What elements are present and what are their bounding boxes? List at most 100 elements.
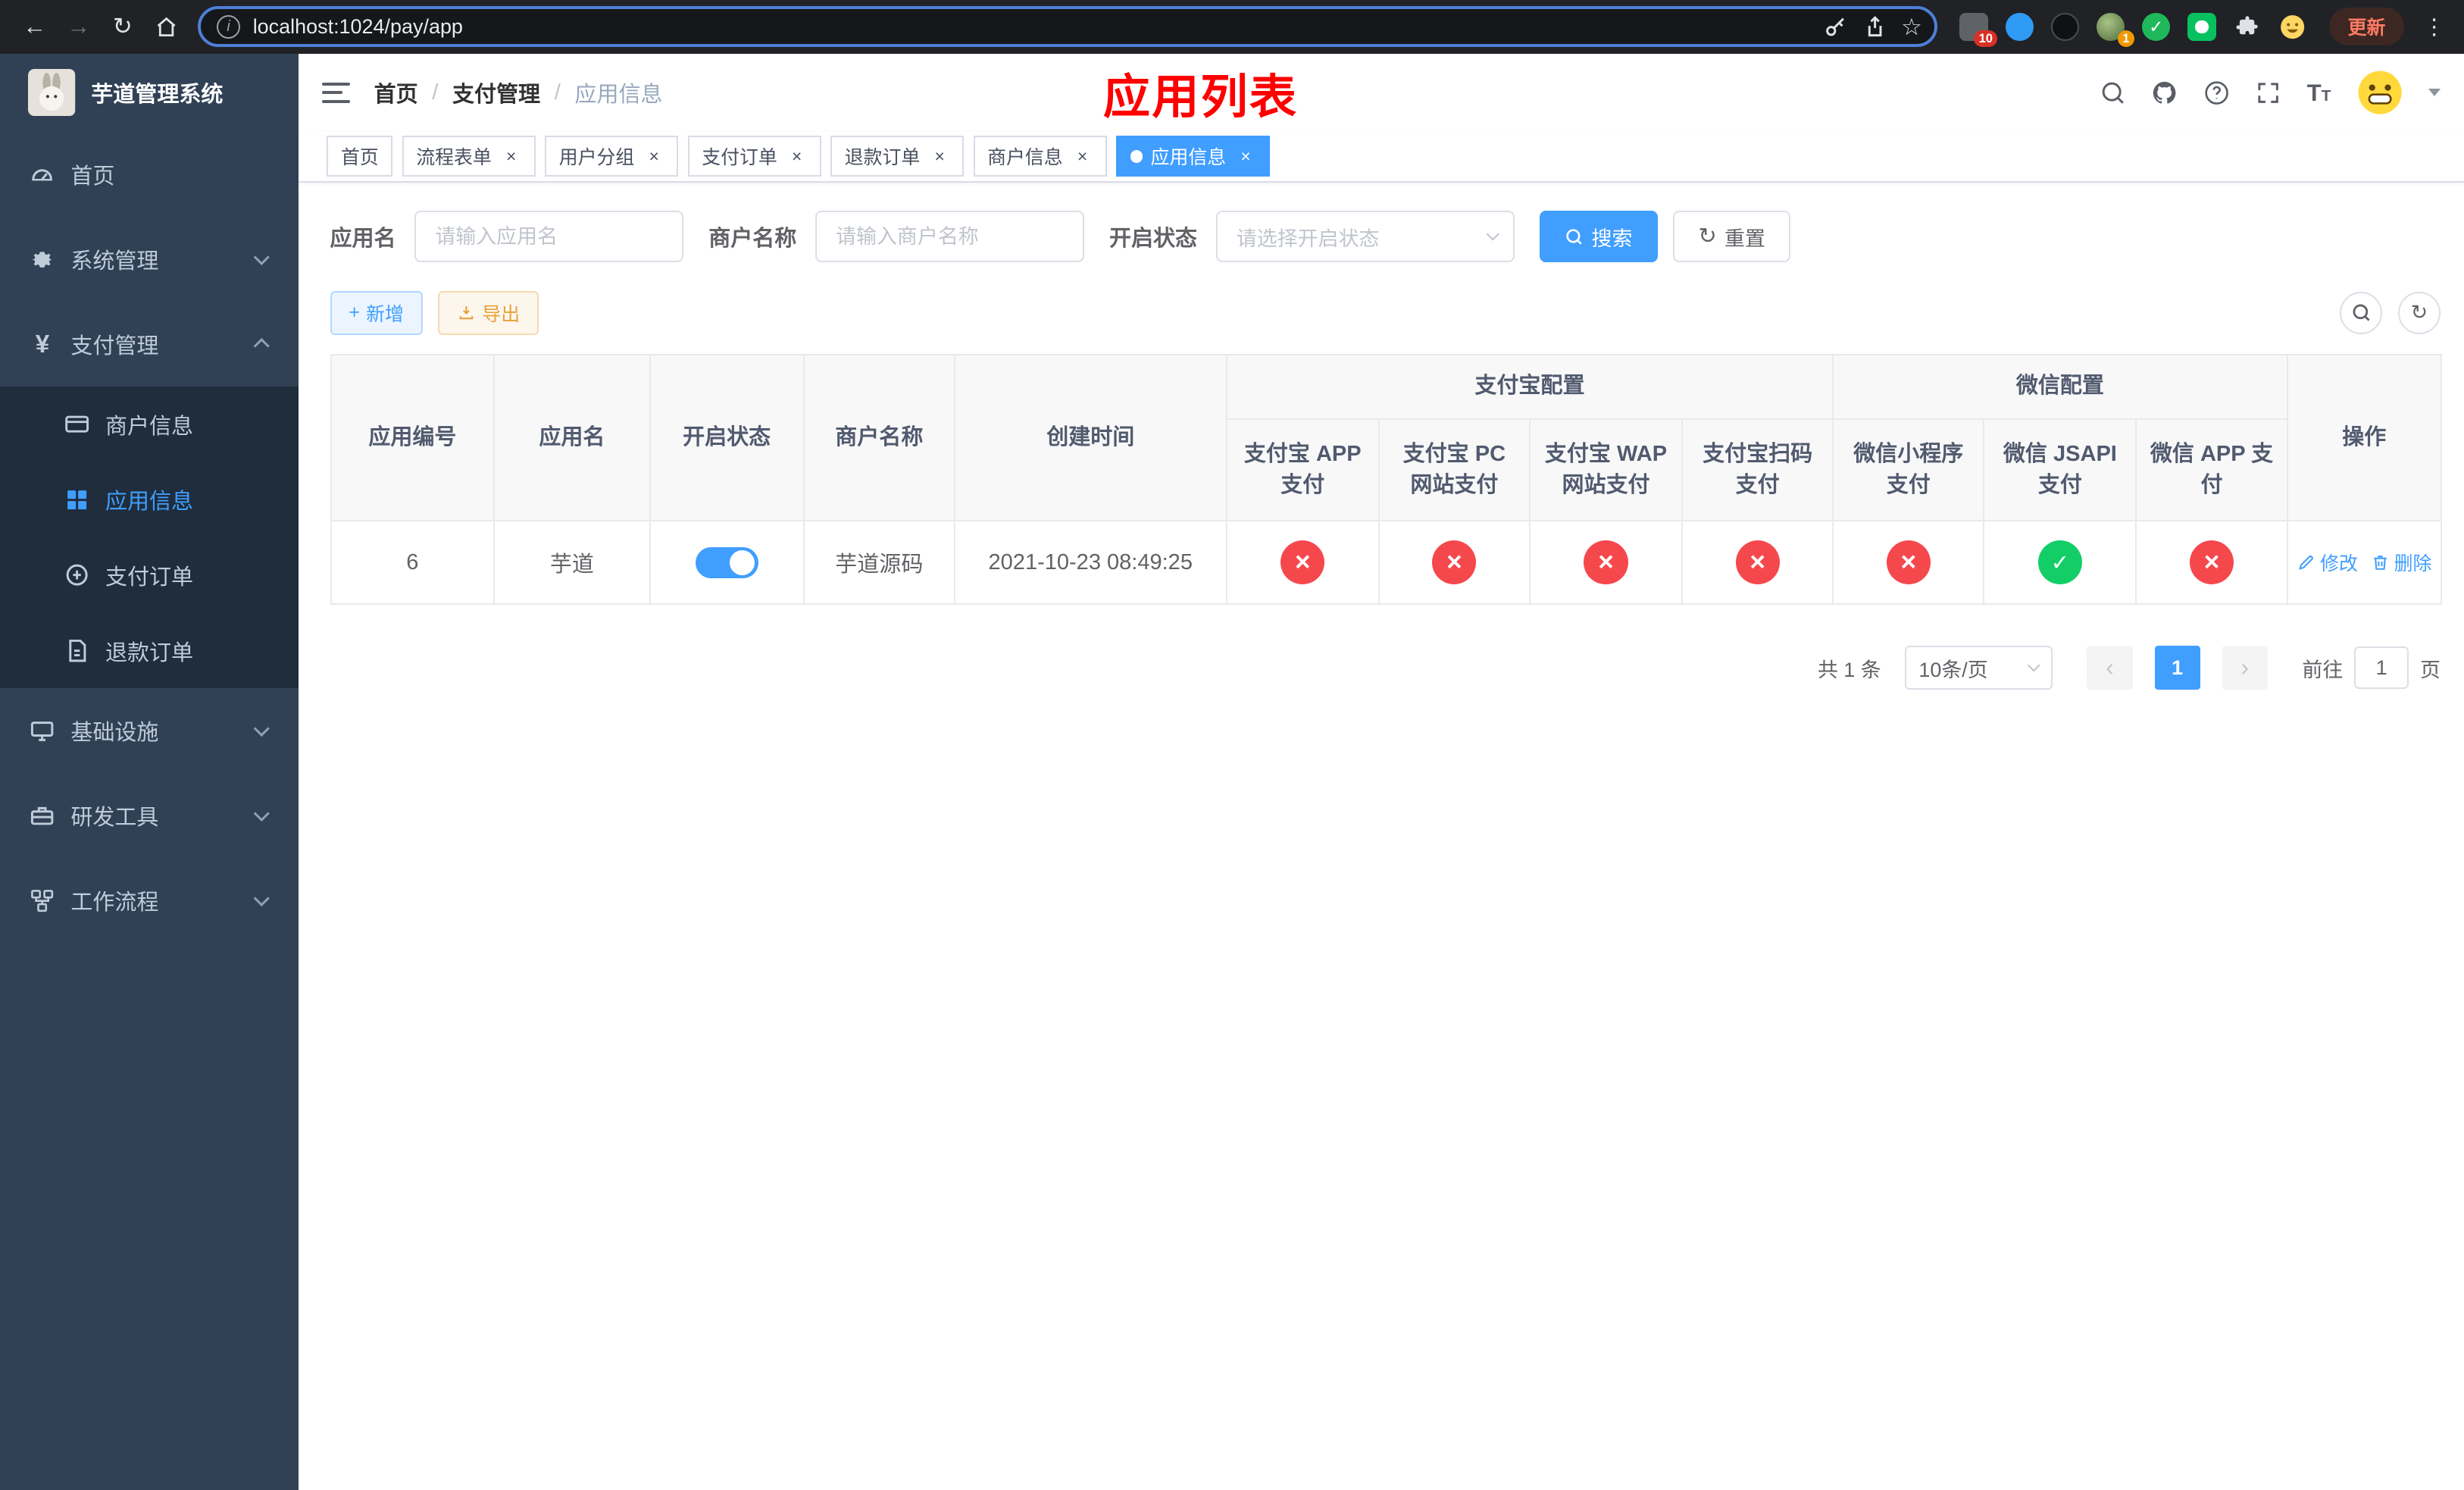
group-header-wechat: 微信配置 bbox=[1832, 353, 2288, 420]
refresh-icon: ↻ bbox=[2410, 301, 2428, 324]
total-count: 共 1 条 bbox=[1817, 658, 1881, 681]
tab-close-icon[interactable]: × bbox=[1236, 146, 1256, 167]
browser-menu-icon[interactable]: ⋮ bbox=[2423, 14, 2445, 40]
merchant-name-input[interactable] bbox=[815, 210, 1084, 263]
page-size-value: 10条/页 bbox=[1918, 658, 1988, 681]
forward-icon[interactable]: → bbox=[57, 5, 101, 49]
grid-icon bbox=[63, 486, 91, 514]
tab-close-icon[interactable]: × bbox=[501, 146, 521, 167]
breadcrumb-separator: / bbox=[432, 80, 439, 105]
tab-pay-order[interactable]: 支付订单 × bbox=[687, 136, 821, 177]
add-button[interactable]: + 新增 bbox=[330, 290, 423, 335]
goto-page-input[interactable] bbox=[2353, 646, 2409, 690]
share-icon[interactable] bbox=[1862, 14, 1888, 40]
tab-close-icon[interactable]: × bbox=[930, 146, 950, 167]
gear-icon bbox=[28, 246, 56, 274]
extension-check-icon[interactable]: ✓ bbox=[2142, 12, 2171, 41]
extension-wechat-icon[interactable] bbox=[2187, 12, 2216, 41]
yen-icon: ¥ bbox=[35, 330, 50, 358]
tab-close-icon[interactable]: × bbox=[1072, 146, 1093, 167]
goto-label: 前往 bbox=[2302, 658, 2344, 681]
tab-merchant-info[interactable]: 商户信息 × bbox=[973, 136, 1107, 177]
extension-dark-icon[interactable] bbox=[2050, 12, 2080, 41]
alipay-qr-pay-status-icon: × bbox=[1735, 540, 1780, 585]
github-icon[interactable] bbox=[2151, 80, 2178, 106]
status-select[interactable]: 请选择开启状态 bbox=[1215, 210, 1515, 263]
goto-unit: 页 bbox=[2419, 658, 2441, 681]
user-avatar[interactable] bbox=[2356, 69, 2403, 116]
search-icon[interactable] bbox=[2100, 80, 2126, 106]
password-key-icon[interactable] bbox=[1822, 14, 1849, 40]
col-header-alipay-qr: 支付宝扫码支付 bbox=[1681, 418, 1834, 522]
update-button[interactable]: 更新 bbox=[2328, 8, 2405, 46]
site-info-icon[interactable]: i bbox=[217, 14, 241, 39]
export-button[interactable]: 导出 bbox=[438, 290, 539, 335]
extension-grid-icon[interactable]: 10 bbox=[1959, 12, 1998, 48]
extensions-puzzle-icon[interactable] bbox=[2233, 13, 2261, 41]
toggle-search-button[interactable] bbox=[2340, 291, 2383, 334]
refresh-table-button[interactable]: ↻ bbox=[2397, 291, 2441, 334]
sidebar-item-workflow[interactable]: 工作流程 bbox=[0, 858, 299, 943]
extension-emoji-icon[interactable] bbox=[2278, 13, 2306, 41]
wechat-mini-pay-status-icon: × bbox=[1886, 540, 1931, 585]
tab-refund-order[interactable]: 退款订单 × bbox=[830, 136, 965, 177]
sidebar-item-payment[interactable]: ¥ 支付管理 bbox=[0, 302, 299, 387]
tab-app-info[interactable]: 应用信息 × bbox=[1116, 136, 1271, 177]
next-page-button[interactable]: › bbox=[2222, 646, 2268, 690]
tab-process-form[interactable]: 流程表单 × bbox=[402, 136, 536, 177]
page-size-select[interactable]: 10条/页 bbox=[1904, 646, 2053, 690]
extension-avatar-icon[interactable]: 1 bbox=[2096, 12, 2134, 48]
col-header-wechat-app: 微信 APP 支付 bbox=[2135, 418, 2288, 522]
chevron-down-icon bbox=[2027, 659, 2040, 673]
font-size-icon[interactable]: TT bbox=[2307, 81, 2331, 105]
browser-chrome: ← → ↻ i localhost:1024/pay/app ☆ 10 1 ✓ … bbox=[0, 0, 2464, 54]
edit-button[interactable]: 修改 bbox=[2297, 549, 2358, 576]
sidebar-item-system[interactable]: 系统管理 bbox=[0, 217, 299, 302]
sidebar-item-merchant-info[interactable]: 商户信息 bbox=[0, 387, 299, 462]
tab-user-group[interactable]: 用户分组 × bbox=[545, 136, 679, 177]
prev-page-button[interactable]: ‹ bbox=[2087, 646, 2133, 690]
sidebar-item-dev-tools[interactable]: 研发工具 bbox=[0, 773, 299, 858]
search-icon bbox=[1566, 229, 1582, 245]
tab-close-icon[interactable]: × bbox=[786, 146, 807, 167]
dashboard-icon bbox=[28, 161, 56, 189]
bookmark-star-icon[interactable]: ☆ bbox=[1901, 15, 1922, 39]
extension-drop-icon[interactable] bbox=[2005, 12, 2034, 41]
sidebar-item-app-info[interactable]: 应用信息 bbox=[0, 462, 299, 538]
app-name-input[interactable] bbox=[414, 210, 684, 263]
sidebar-item-home[interactable]: 首页 bbox=[0, 132, 299, 217]
sidebar-toggle-icon[interactable] bbox=[322, 82, 351, 103]
avatar-caret-icon[interactable] bbox=[2428, 89, 2441, 97]
chevron-up-icon bbox=[254, 338, 270, 355]
sidebar-item-pay-order[interactable]: 支付订单 bbox=[0, 537, 299, 613]
avatar-count-badge: 1 bbox=[2117, 30, 2134, 48]
address-bar[interactable]: i localhost:1024/pay/app ☆ bbox=[198, 6, 1938, 48]
breadcrumb-payment[interactable]: 支付管理 bbox=[452, 77, 540, 108]
help-icon[interactable] bbox=[2203, 80, 2230, 106]
tab-home[interactable]: 首页 bbox=[327, 136, 393, 177]
url-text[interactable]: localhost:1024/pay/app bbox=[253, 15, 1810, 39]
reload-icon[interactable]: ↻ bbox=[101, 5, 145, 49]
workflow-icon bbox=[28, 887, 56, 915]
download-icon bbox=[459, 306, 474, 320]
breadcrumb-home[interactable]: 首页 bbox=[374, 77, 418, 108]
page-number-1[interactable]: 1 bbox=[2154, 646, 2200, 690]
page-content: 应用名 商户名称 开启状态 请选择开启状态 bbox=[299, 183, 2464, 1490]
fullscreen-icon[interactable] bbox=[2255, 80, 2281, 106]
tab-close-icon[interactable]: × bbox=[644, 146, 664, 167]
sidebar-item-infrastructure[interactable]: 基础设施 bbox=[0, 688, 299, 773]
delete-button[interactable]: 删除 bbox=[2371, 549, 2431, 576]
col-header-actions: 操作 bbox=[2286, 353, 2442, 522]
alipay-pc-pay-status-icon: × bbox=[1432, 540, 1477, 585]
alipay-wap-pay-status-icon: × bbox=[1584, 540, 1628, 585]
goto-page: 前往 页 bbox=[2302, 646, 2441, 690]
app-logo: 芋道管理系统 bbox=[0, 54, 299, 133]
back-icon[interactable]: ← bbox=[13, 5, 57, 49]
reset-button[interactable]: ↻ 重置 bbox=[1673, 210, 1791, 263]
refresh-icon: ↻ bbox=[1698, 224, 1717, 249]
sidebar-item-refund-order[interactable]: 退款订单 bbox=[0, 613, 299, 689]
logo-avatar bbox=[28, 69, 76, 117]
home-icon[interactable] bbox=[145, 5, 189, 49]
enable-toggle[interactable] bbox=[695, 546, 758, 579]
search-button[interactable]: 搜索 bbox=[1540, 210, 1658, 263]
